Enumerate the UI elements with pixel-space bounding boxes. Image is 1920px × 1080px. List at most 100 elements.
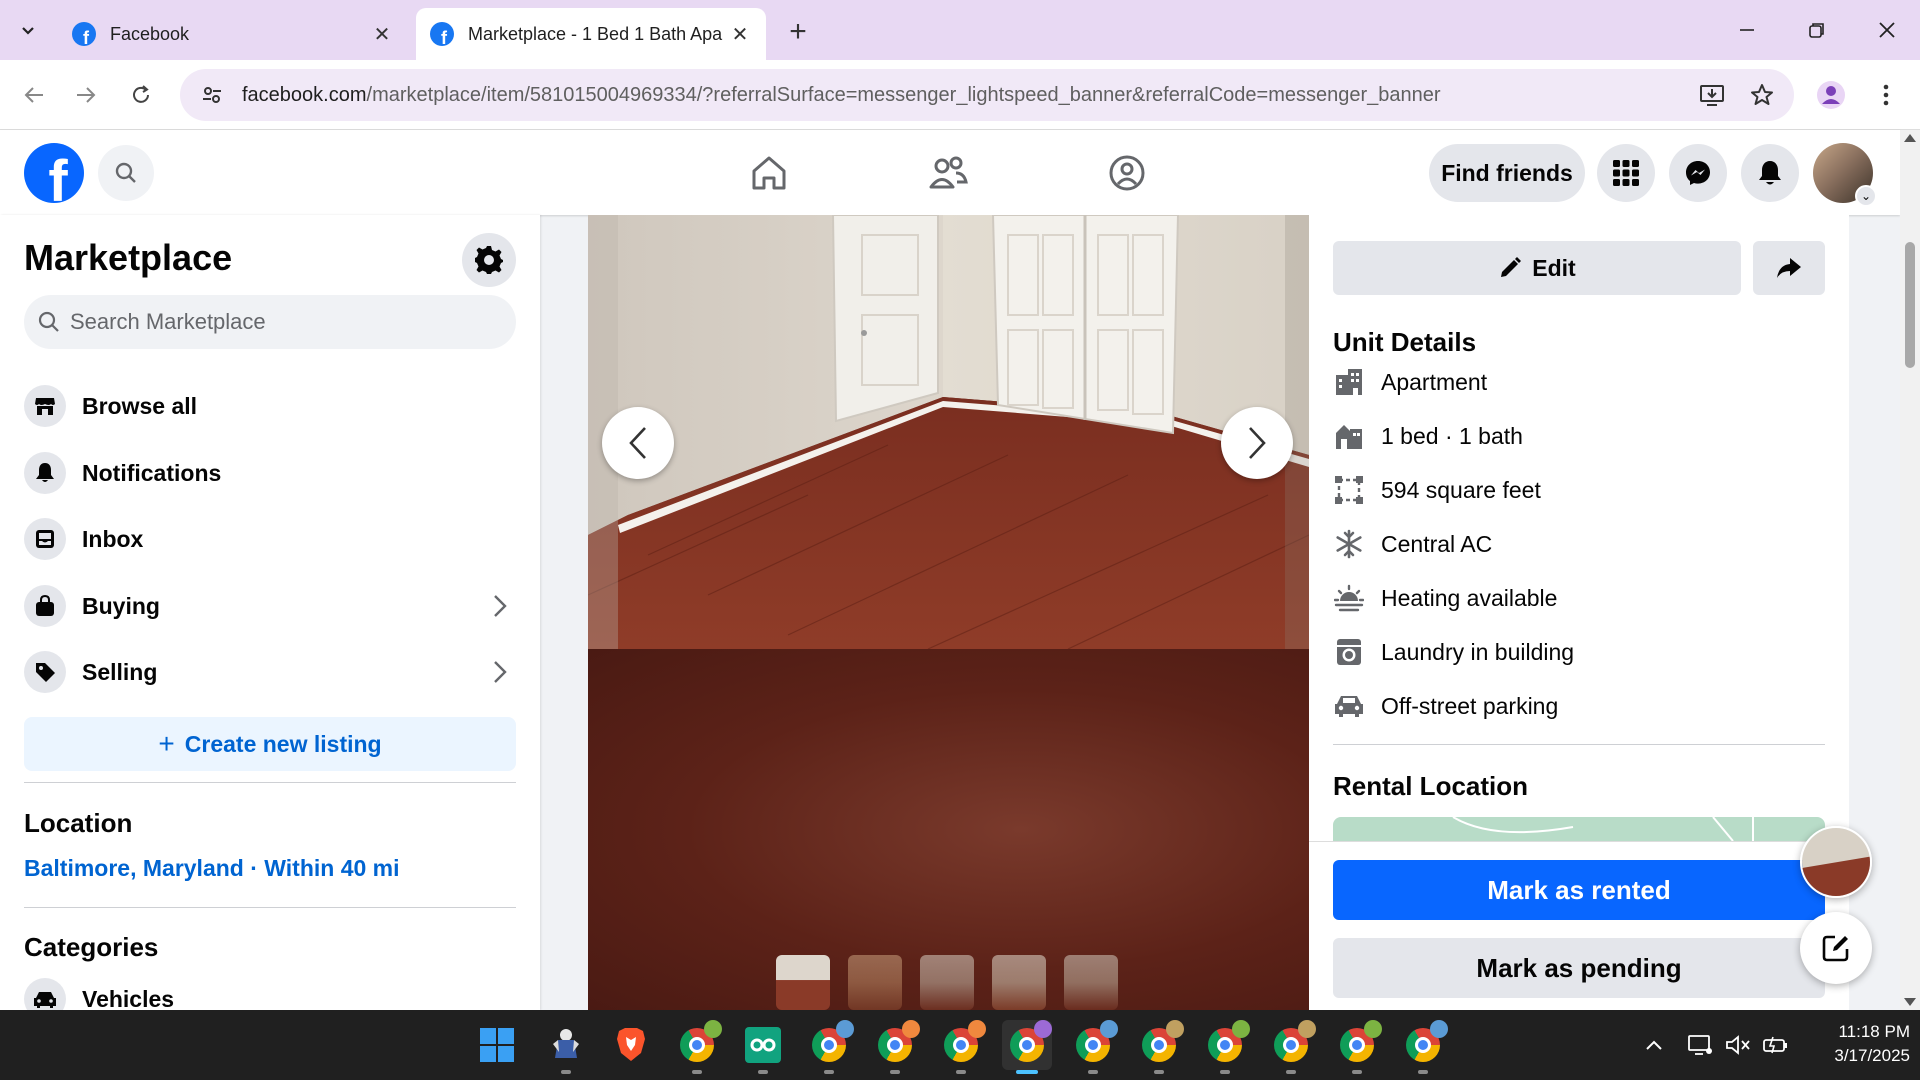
divider [24,907,516,908]
scrollbar-thumb[interactable] [1905,242,1915,368]
mark-as-pending-button[interactable]: Mark as pending [1333,938,1825,998]
close-tab-icon[interactable]: ✕ [370,22,394,46]
close-window-button[interactable] [1862,10,1912,50]
minimize-button[interactable] [1722,10,1772,50]
account-avatar[interactable]: ⌄ [1813,143,1877,207]
start-button[interactable] [472,1020,522,1070]
taskbar-clock[interactable]: 11:18 PM 3/17/2025 [1800,1020,1910,1068]
browser-profile-button[interactable] [1813,77,1849,113]
browser-toolbar: facebook.com/marketplace/item/5810150049… [0,60,1920,130]
photo-thumbnail[interactable] [776,955,830,1010]
brave-lion-icon [617,1028,645,1061]
taskbar-app-loop[interactable] [738,1020,788,1074]
photo-thumbnail[interactable] [992,955,1046,1010]
edit-label: Edit [1532,254,1576,281]
location-link[interactable]: Baltimore, Maryland · Within 40 mi [24,855,400,882]
area-icon [1333,474,1365,506]
sidebar-item-inbox[interactable]: Inbox [12,509,528,569]
browser-menu-button[interactable] [1868,77,1904,113]
taskbar-chrome-active[interactable] [1002,1020,1052,1074]
scroll-up-arrow-icon[interactable] [1904,134,1916,142]
sidebar-item-label: Buying [82,592,160,619]
page-scrollbar[interactable] [1900,130,1920,1010]
unit-detail-text: Off-street parking [1381,692,1559,719]
nav-groups[interactable] [1067,130,1187,215]
chrome-icon [680,1020,722,1062]
edit-listing-button[interactable]: Edit [1333,241,1741,295]
new-message-button[interactable] [1800,912,1872,984]
taskbar-chrome-profile-2[interactable] [804,1020,854,1074]
car-icon [1333,690,1365,722]
address-bar[interactable]: facebook.com/marketplace/item/5810150049… [180,69,1794,121]
back-button[interactable] [14,75,54,115]
sidebar-item-notifications[interactable]: Notifications [12,443,528,503]
taskbar-chrome-profile-1[interactable] [672,1020,722,1074]
facebook-logo-icon[interactable]: f [24,143,84,203]
network-icon[interactable] [1684,1027,1716,1063]
new-tab-button[interactable]: + [780,14,816,50]
nav-friends[interactable] [888,130,1008,215]
bag-icon [24,585,66,627]
site-info-icon[interactable] [196,79,228,111]
install-app-icon[interactable] [1694,77,1730,113]
search-input[interactable] [70,309,470,335]
taskbar-app-pinned[interactable] [541,1020,591,1074]
photo-thumbnail[interactable] [920,955,974,1010]
tab-facebook[interactable]: f Facebook ✕ [58,8,408,60]
rental-location-map[interactable] [1333,817,1825,841]
close-icon [1879,22,1895,38]
unit-detail-text: Heating available [1381,584,1558,611]
taskbar-chrome-profile-3[interactable] [870,1020,920,1074]
chevron-right-icon [1249,427,1266,459]
groups-icon [1109,155,1145,190]
volume-muted-icon[interactable] [1722,1027,1754,1063]
tab-title: Facebook [110,23,190,44]
house-icon [1333,420,1365,452]
share-button[interactable] [1753,241,1825,295]
heat-icon [1333,582,1365,614]
photo-thumbnail[interactable] [1064,955,1118,1010]
marketplace-search[interactable] [24,295,516,349]
marketplace-settings-button[interactable] [462,233,516,287]
unit-detail-row: Heating available [1333,578,1557,618]
reload-button[interactable] [121,75,161,115]
messenger-button[interactable] [1669,144,1727,202]
menu-grid-button[interactable] [1597,144,1655,202]
close-tab-icon[interactable]: ✕ [728,22,752,46]
category-vehicles[interactable]: Vehicles [12,969,528,1010]
taskbar-chrome-profile-8[interactable] [1200,1020,1250,1074]
restore-button[interactable] [1792,10,1842,50]
sidebar-item-selling[interactable]: Selling [12,642,528,702]
taskbar-chrome-profile-9[interactable] [1266,1020,1316,1074]
facebook-search-button[interactable] [98,145,154,201]
notifications-button[interactable] [1741,144,1799,202]
taskbar-chrome-profile-6[interactable] [1068,1020,1118,1074]
battery-icon[interactable] [1760,1027,1792,1063]
mark-as-rented-button[interactable]: Mark as rented [1333,860,1825,920]
taskbar-chrome-profile-4[interactable] [936,1020,986,1074]
tab-marketplace[interactable]: f Marketplace - 1 Bed 1 Bath Apa ✕ [416,8,766,60]
sidebar-item-buying[interactable]: Buying [12,576,528,636]
bookmark-star-icon[interactable] [1744,77,1780,113]
create-new-listing-button[interactable]: + Create new listing [24,717,516,771]
find-friends-button[interactable]: Find friends [1429,144,1585,202]
divider [24,782,516,783]
taskbar-chrome-profile-7[interactable] [1134,1020,1184,1074]
marketplace-sidebar: Marketplace Browse all Notifications Inb… [0,215,540,1010]
scroll-down-arrow-icon[interactable] [1904,998,1916,1006]
taskbar-chrome-profile-10[interactable] [1332,1020,1382,1074]
photo-thumbnail[interactable] [848,955,902,1010]
character-app-icon [553,1029,579,1058]
taskbar-chrome-profile-11[interactable] [1398,1020,1448,1074]
nav-home[interactable] [709,130,829,215]
tab-search-button[interactable] [8,12,48,48]
forward-button[interactable] [66,75,106,115]
next-photo-button[interactable] [1221,407,1293,479]
chrome-icon [1274,1020,1316,1062]
sidebar-item-browse-all[interactable]: Browse all [12,376,528,436]
show-hidden-icons-chevron-up-icon[interactable] [1636,1027,1672,1063]
previous-photo-button[interactable] [602,407,674,479]
taskbar-brave[interactable] [606,1020,656,1070]
chat-head-button[interactable] [1800,826,1872,898]
listing-photo[interactable] [588,215,1309,649]
